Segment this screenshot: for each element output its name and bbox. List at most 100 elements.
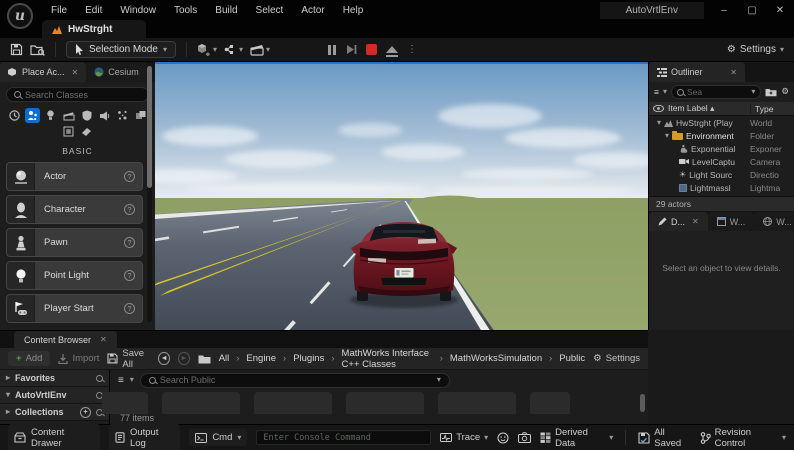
help-icon[interactable]: ?: [124, 171, 135, 182]
breadcrumb-mathworks-interface[interactable]: MathWorks Interface C++ Classes: [342, 348, 433, 370]
path-folder-icon[interactable]: [198, 354, 211, 364]
more-options-icon[interactable]: ⋮: [407, 44, 417, 55]
recently-placed-icon[interactable]: [7, 108, 22, 123]
asset-tile[interactable]: [162, 392, 240, 414]
back-button[interactable]: ◄: [158, 352, 170, 365]
column-item-label[interactable]: Item Label ▴: [664, 103, 750, 114]
viewport-settings-dropdown[interactable]: ⚙ Settings ▾: [727, 44, 784, 55]
expand-icon[interactable]: ▾: [665, 132, 669, 140]
outliner-search-input[interactable]: [687, 87, 748, 97]
tab-outliner[interactable]: Outliner ✕: [649, 62, 745, 82]
breadcrumb-public[interactable]: Public: [559, 353, 585, 364]
chevron-down-icon[interactable]: ▾: [130, 376, 134, 384]
sidebar-item-favorites[interactable]: ▸ Favorites: [0, 370, 109, 387]
all-classes-category-icon[interactable]: [79, 124, 94, 139]
browse-content-icon[interactable]: [30, 43, 45, 56]
sidebar-item-autovrtlenv[interactable]: ▾ AutoVrtlEnv: [0, 387, 109, 404]
all-saved-button[interactable]: All Saved: [638, 427, 690, 449]
outliner-column-header[interactable]: Item Label ▴ Type: [649, 102, 794, 116]
tree-row-exponential-fog[interactable]: Exponential Exponer: [649, 142, 794, 155]
forward-button[interactable]: ►: [178, 352, 190, 365]
chevron-down-icon[interactable]: ▾: [437, 376, 441, 384]
add-collection-icon[interactable]: +: [80, 407, 91, 418]
save-all-button[interactable]: Save All: [107, 348, 150, 370]
filter-icon[interactable]: ≡: [654, 87, 659, 97]
place-actors-scrollbar[interactable]: [147, 66, 152, 322]
blueprints-dropdown[interactable]: ▾: [224, 44, 243, 55]
geometry-category-icon[interactable]: [133, 108, 148, 123]
pause-button[interactable]: [327, 45, 337, 55]
asset-tile[interactable]: [530, 392, 570, 414]
menu-tools[interactable]: Tools: [165, 2, 206, 19]
eject-button[interactable]: [386, 46, 398, 53]
asset-grid-area[interactable]: ≡ ▾ ▾ 77 items: [110, 370, 648, 425]
search-icon[interactable]: [96, 375, 103, 382]
add-button[interactable]: + Add: [8, 351, 50, 366]
search-classes-input[interactable]: [25, 90, 141, 100]
stop-button[interactable]: [366, 44, 377, 55]
lights-category-icon[interactable]: [43, 108, 58, 123]
screenshot-icon[interactable]: [518, 432, 531, 443]
close-icon[interactable]: ✕: [72, 68, 79, 77]
menu-select[interactable]: Select: [247, 2, 293, 19]
search-public-box[interactable]: ▾: [140, 373, 450, 388]
new-folder-icon[interactable]: [765, 87, 777, 97]
maximize-button[interactable]: ▢: [738, 2, 766, 19]
content-drawer-button[interactable]: Content Drawer: [8, 424, 100, 450]
breadcrumb-mathworks-simulation[interactable]: MathWorksSimulation: [450, 353, 542, 364]
menu-window[interactable]: Window: [111, 2, 165, 19]
help-icon[interactable]: ?: [124, 303, 135, 314]
cinematics-dropdown[interactable]: ▾: [250, 44, 270, 56]
tree-row-light-source[interactable]: ☀ Light Sourc Directio: [649, 168, 794, 181]
tab-details[interactable]: D... ✕: [649, 212, 708, 231]
column-type[interactable]: Type: [750, 104, 794, 114]
frame-skip-button[interactable]: [346, 44, 357, 55]
list-item-actor[interactable]: Actor ?: [6, 162, 143, 191]
cmd-dropdown[interactable]: Cmd ▾: [189, 429, 247, 446]
viewport-3d[interactable]: [155, 62, 648, 330]
save-icon[interactable]: [10, 43, 23, 56]
help-icon[interactable]: ?: [124, 204, 135, 215]
level-tab[interactable]: HwStrght: [42, 20, 146, 38]
console-command-box[interactable]: [256, 430, 431, 445]
asset-tile[interactable]: [254, 392, 332, 414]
close-icon[interactable]: ✕: [692, 217, 699, 226]
revision-control-dropdown[interactable]: Revision Control ▾: [700, 427, 786, 449]
expand-icon[interactable]: ▾: [657, 119, 661, 127]
help-icon[interactable]: ?: [124, 270, 135, 281]
menu-actor[interactable]: Actor: [292, 2, 333, 19]
content-browser-settings[interactable]: ⚙ Settings: [593, 353, 640, 364]
minimize-button[interactable]: –: [710, 2, 738, 19]
tree-row-level-capture[interactable]: LevelCaptu Camera: [649, 155, 794, 168]
help-icon[interactable]: ?: [124, 237, 135, 248]
asset-tile[interactable]: [102, 392, 148, 414]
tab-content-browser[interactable]: Content Browser ✕: [14, 331, 117, 348]
asset-grid-scrollbar[interactable]: [640, 394, 645, 412]
menu-file[interactable]: File: [42, 2, 76, 19]
breadcrumb-all[interactable]: All: [219, 353, 230, 364]
output-log-button[interactable]: Output Log: [109, 424, 180, 450]
trace-dropdown[interactable]: Trace ▾: [440, 432, 488, 443]
search-public-input[interactable]: [160, 375, 433, 385]
menu-help[interactable]: Help: [334, 2, 373, 19]
tab-world-settings[interactable]: W...: [708, 212, 755, 231]
tab-world-partition[interactable]: W...: [754, 212, 794, 231]
list-item-player-start[interactable]: Player Start ?: [6, 294, 143, 323]
chevron-down-icon[interactable]: ▾: [751, 88, 755, 96]
add-actor-dropdown[interactable]: ▾: [197, 43, 217, 56]
sidebar-item-collections[interactable]: ▸ Collections +: [0, 404, 109, 421]
visibility-eye-icon[interactable]: [653, 105, 664, 112]
selection-mode-dropdown[interactable]: Selection Mode ▾: [66, 41, 176, 58]
tree-row-environment[interactable]: ▾ Environment Folder: [649, 129, 794, 142]
console-command-input[interactable]: [263, 433, 424, 443]
outliner-search-box[interactable]: ▾: [671, 85, 761, 99]
close-icon[interactable]: ✕: [100, 335, 107, 344]
menu-build[interactable]: Build: [206, 2, 246, 19]
list-item-character[interactable]: Character ?: [6, 195, 143, 224]
tree-row-lightmass[interactable]: Lightmassl Lightma: [649, 181, 794, 194]
shapes-category-icon[interactable]: [79, 108, 94, 123]
basic-category-icon[interactable]: [25, 108, 40, 123]
vfx-category-icon[interactable]: [115, 108, 130, 123]
tab-place-actors[interactable]: Place Ac... ✕: [0, 62, 86, 82]
asset-tile[interactable]: [438, 392, 516, 414]
